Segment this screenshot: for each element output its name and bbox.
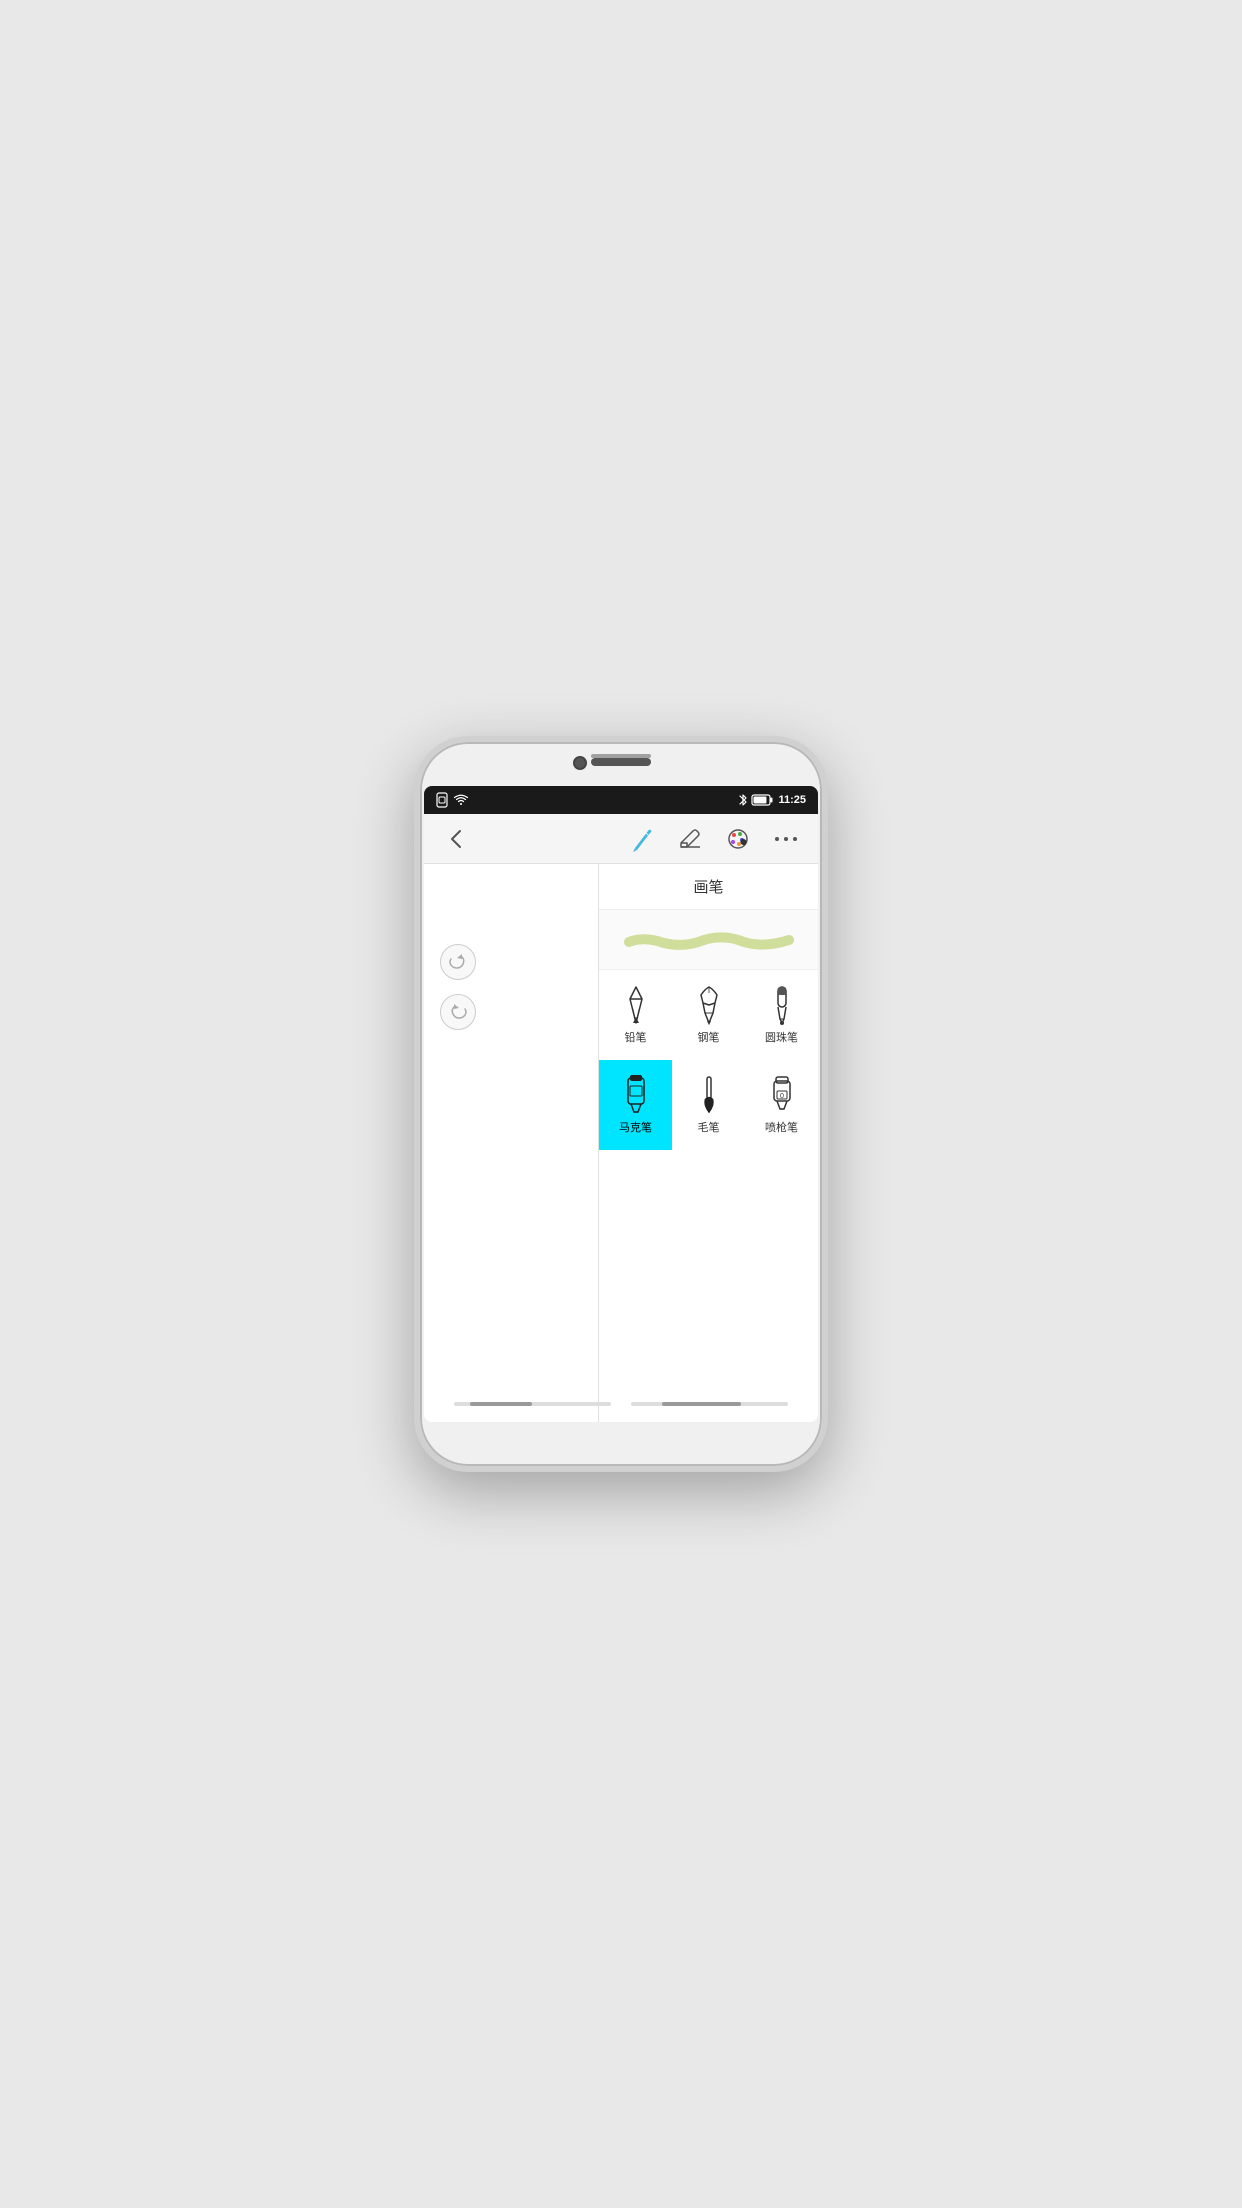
fountain-pen-icon: [689, 985, 729, 1025]
eraser-tool-button[interactable]: [674, 823, 706, 855]
wifi-icon: [454, 794, 468, 806]
brush-label: 毛笔: [698, 1119, 720, 1135]
pen-label: 钢笔: [698, 1029, 720, 1045]
brush-preview: [599, 910, 818, 970]
ballpen-label: 圆珠笔: [765, 1029, 798, 1045]
ballpen-tool-item[interactable]: 圆珠笔: [745, 970, 818, 1060]
pen-tool-button[interactable]: [626, 823, 658, 855]
bottom-bar: [424, 1394, 818, 1414]
toolbar-right: [626, 823, 802, 855]
palette-tool-button[interactable]: [722, 823, 754, 855]
canvas-area: [424, 864, 598, 1422]
svg-text:0: 0: [780, 1093, 784, 1100]
pen-tool-item[interactable]: 钢笔: [672, 970, 745, 1060]
bluetooth-icon: [738, 793, 748, 807]
sim-icon: [436, 793, 448, 807]
horizontal-scrollbar-1[interactable]: [454, 1402, 611, 1406]
screen: 11:25: [424, 786, 818, 1422]
marker-icon: [616, 1075, 656, 1115]
scrollbar-thumb-1: [470, 1402, 533, 1406]
status-bar: 11:25: [424, 786, 818, 814]
time-display: 11:25: [778, 794, 806, 806]
toolbar: [424, 814, 818, 864]
brush-tool-item[interactable]: 毛笔: [672, 1060, 745, 1150]
spray-tool-item[interactable]: 0 喷枪笔: [745, 1060, 818, 1150]
marker-label: 马克笔: [619, 1119, 652, 1135]
pencil-label: 铅笔: [625, 1029, 647, 1045]
scrollbar-thumb-2: [662, 1402, 741, 1406]
spray-icon: 0: [762, 1075, 802, 1115]
speaker: [591, 758, 651, 766]
status-left: [436, 793, 468, 807]
ballpen-icon: [762, 985, 802, 1025]
brush-stroke-preview: [624, 930, 794, 950]
panel-title: 画笔: [599, 864, 818, 910]
redo-button[interactable]: [440, 944, 476, 980]
pencil-icon: [616, 985, 656, 1025]
brush-icon: [689, 1075, 729, 1115]
pencil-tool-item[interactable]: 铅笔: [599, 970, 672, 1060]
back-button[interactable]: [440, 823, 472, 855]
more-options-button[interactable]: [770, 823, 802, 855]
phone-frame: 11:25: [414, 736, 828, 1472]
horizontal-scrollbar-2[interactable]: [631, 1402, 788, 1406]
battery-icon: [752, 794, 774, 806]
main-content: 画笔: [424, 864, 818, 1422]
status-right: 11:25: [738, 793, 806, 807]
toolbar-left: [440, 823, 472, 855]
camera: [573, 756, 587, 770]
undo-button[interactable]: [440, 994, 476, 1030]
brush-panel: 画笔: [598, 864, 818, 1422]
marker-tool-item[interactable]: 马克笔: [599, 1060, 672, 1150]
spray-label: 喷枪笔: [765, 1119, 798, 1135]
tool-grid: 铅笔 钢笔: [599, 970, 818, 1150]
